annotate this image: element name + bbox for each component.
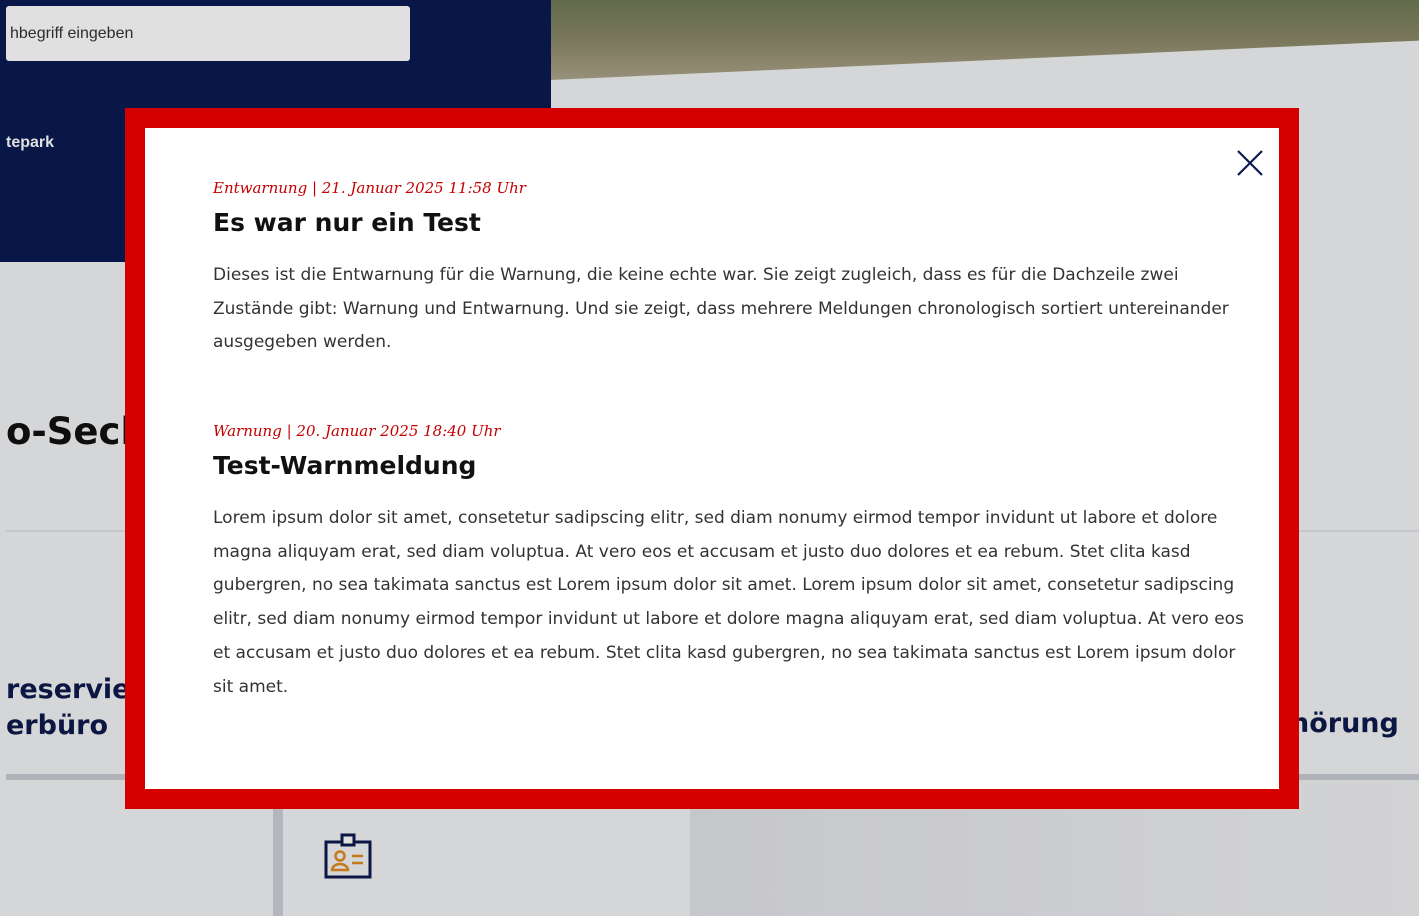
alert-meta: Entwarnung | 21. Januar 2025 11:58 Uhr bbox=[213, 179, 526, 197]
alert-item: Entwarnung | 21. Januar 2025 11:58 Uhr E… bbox=[213, 179, 1253, 360]
alert-body: Lorem ipsum dolor sit amet, consetetur s… bbox=[213, 508, 1244, 697]
alert-title: Test-Warnmeldung bbox=[213, 451, 477, 480]
alert-item: Warnung | 20. Januar 2025 18:40 Uhr Test… bbox=[213, 422, 1253, 704]
close-icon[interactable] bbox=[1235, 148, 1265, 178]
alert-modal: Entwarnung | 21. Januar 2025 11:58 Uhr E… bbox=[145, 128, 1279, 789]
alert-title: Es war nur ein Test bbox=[213, 208, 481, 237]
alert-modal-frame: Entwarnung | 21. Januar 2025 11:58 Uhr E… bbox=[125, 108, 1299, 809]
alert-meta: Warnung | 20. Januar 2025 18:40 Uhr bbox=[213, 422, 501, 440]
alert-body: Dieses ist die Entwarnung für die Warnun… bbox=[213, 265, 1229, 353]
